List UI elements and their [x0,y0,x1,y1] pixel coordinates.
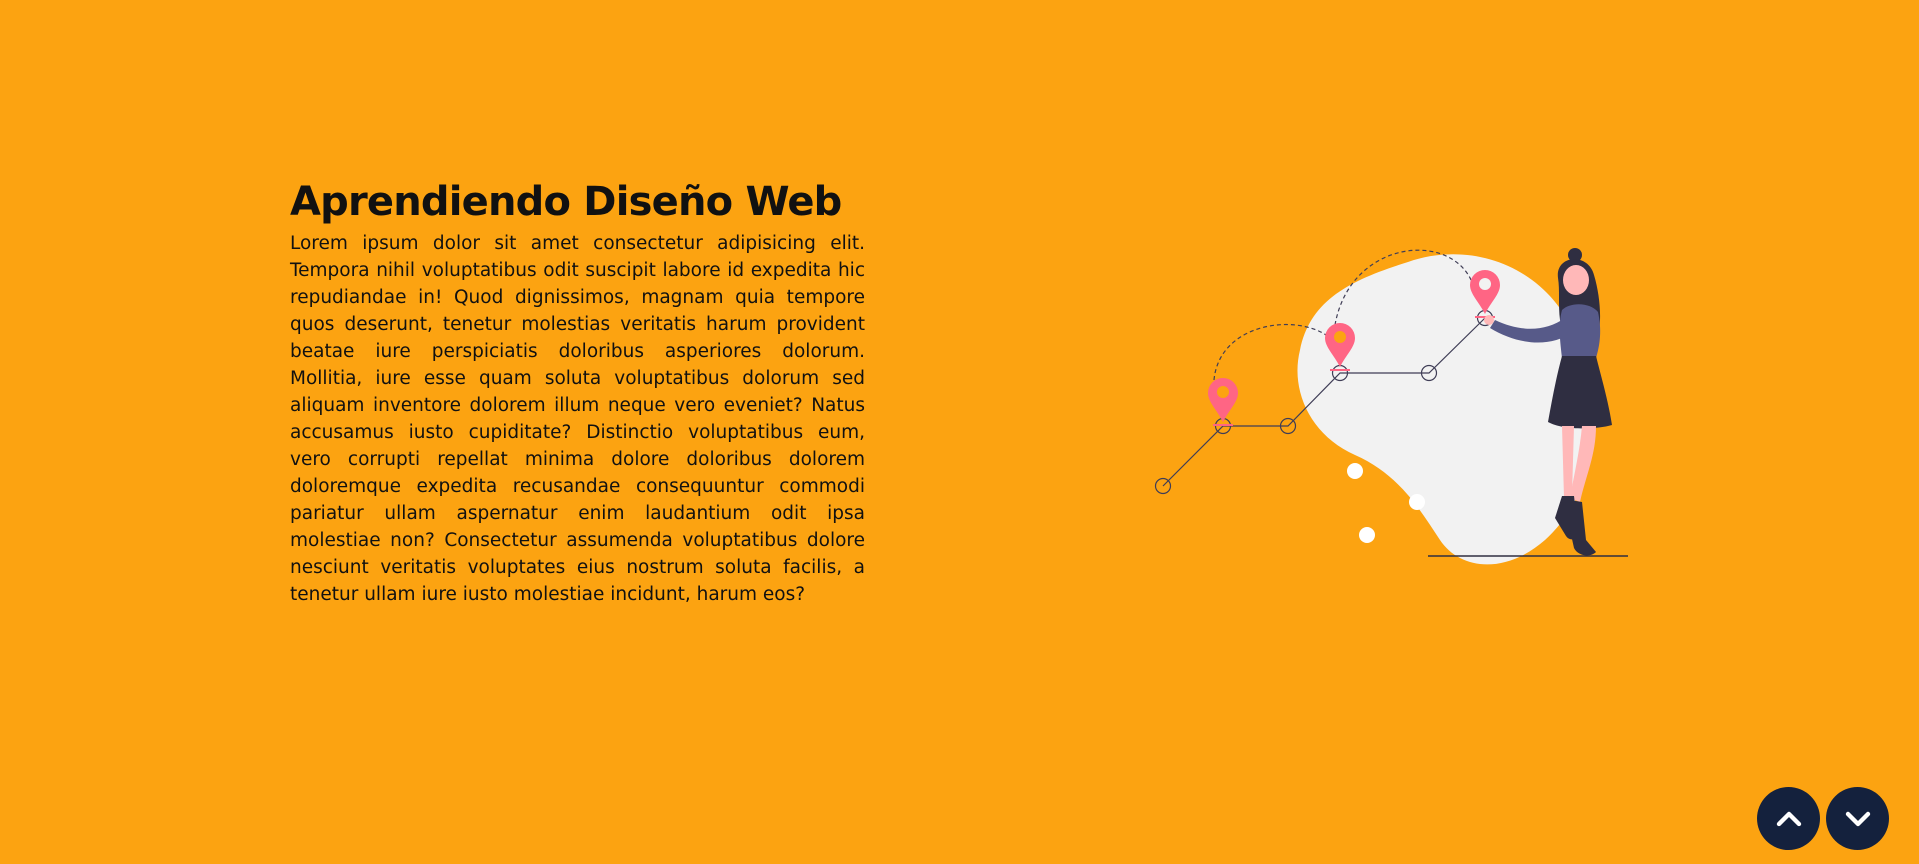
page-title: Aprendiendo Diseño Web [290,179,842,225]
location-pin-icon [1208,378,1238,426]
background-blob [1297,254,1594,565]
chevron-up-icon [1776,811,1801,826]
scroll-down-button[interactable] [1826,787,1889,850]
scroll-up-button[interactable] [1757,787,1820,850]
decor-dot [1359,527,1375,543]
hero-text-section: Aprendiendo Diseño Web Lorem ipsum dolor… [290,178,865,608]
decor-dot [1347,463,1363,479]
location-route-illustration [1154,248,1628,565]
page-background: Aprendiendo Diseño Web Lorem ipsum dolor… [0,0,1919,864]
hero-description: Lorem ipsum dolor sit amet consectetur a… [290,233,865,605]
scroll-navigation [1757,787,1889,850]
chevron-down-icon [1845,811,1870,826]
decor-dot [1409,494,1425,510]
